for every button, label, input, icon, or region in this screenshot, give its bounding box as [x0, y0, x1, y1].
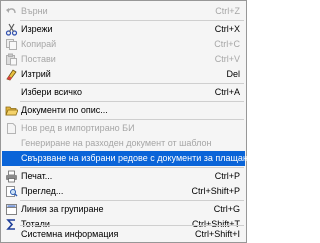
menu-item-preview[interactable]: Преглед... Ctrl+Shift+P — [2, 184, 245, 199]
menu-item-label: Линия за групиране — [21, 204, 104, 214]
context-menu: Върни Ctrl+Z Изрежи Ctrl+X Копирай Ctrl+… — [0, 0, 260, 243]
menu-item-label: Избери всичко — [21, 87, 83, 97]
menu-item-label: Постави — [21, 54, 56, 64]
menu-item-copy[interactable]: Копирай Ctrl+C — [2, 37, 245, 52]
menu-item-label: Върни — [21, 6, 48, 16]
menu-separator — [20, 101, 244, 102]
menu-item-shortcut: Ctrl+Shift+P — [191, 186, 240, 196]
grouping-icon — [5, 203, 18, 216]
undo-arrow-icon — [5, 5, 18, 18]
menu-item-documents-by-list[interactable]: Документи по опис... — [2, 103, 245, 118]
menu-item-shortcut: Ctrl+Shift+I — [194, 229, 240, 239]
menu-item-print[interactable]: Печат... Ctrl+P — [2, 169, 245, 184]
print-preview-icon — [5, 185, 18, 198]
menu-item-cut[interactable]: Изрежи Ctrl+X — [2, 22, 245, 37]
menu-item-undo[interactable]: Върни Ctrl+Z — [2, 4, 245, 19]
menu-item-label: Копирай — [21, 39, 57, 49]
menu-item-paste[interactable]: Постави Ctrl+V — [2, 52, 245, 67]
menu-item-label: Генериране на разходен документ от шабло… — [21, 138, 212, 148]
new-document-icon — [5, 122, 18, 135]
menu-item-label: Свързване на избрани редове с документи … — [21, 153, 261, 163]
menu-separator — [20, 167, 244, 168]
menu-item-label: Системна информация — [21, 229, 119, 239]
folder-open-icon — [5, 104, 18, 117]
menu-item-label: Документи по опис... — [21, 105, 108, 115]
menu-item-label: Нов ред в импортирано БИ — [21, 123, 135, 133]
eraser-icon — [5, 68, 18, 81]
copy-icon — [5, 38, 18, 51]
paste-icon — [5, 53, 18, 66]
menu-item-shortcut: Del — [226, 69, 240, 79]
menu-item-shortcut: Ctrl+C — [214, 39, 240, 49]
menu-item-select-all[interactable]: Избери всичко Ctrl+A — [2, 85, 245, 100]
menu-separator — [20, 225, 244, 226]
menu-item-system-info[interactable]: Системна информация Ctrl+Shift+I — [2, 227, 245, 242]
menu-item-link-rows-payments[interactable]: Свързване на избрани редове с документи … — [2, 151, 260, 166]
menu-item-grouping-line[interactable]: Линия за групиране Ctrl+G — [2, 202, 245, 217]
menu-separator — [20, 20, 244, 21]
menu-item-shortcut: Ctrl+Z — [215, 6, 240, 16]
menu-item-new-row-imported[interactable]: Нов ред в импортирано БИ — [2, 121, 245, 136]
menu-item-delete[interactable]: Изтрий Del — [2, 67, 245, 82]
menu-item-label: Изрежи — [21, 24, 53, 34]
printer-icon — [5, 170, 18, 183]
menu-separator — [20, 119, 244, 120]
menu-item-shortcut: Ctrl+V — [214, 54, 240, 64]
menu-item-shortcut: Ctrl+A — [214, 87, 240, 97]
menu-item-shortcut: Ctrl+P — [214, 171, 240, 181]
menu-item-label: Преглед... — [21, 186, 64, 196]
menu-separator — [20, 200, 244, 201]
menu-item-shortcut: Ctrl+X — [214, 24, 240, 34]
scissors-icon — [5, 23, 18, 36]
menu-item-generate-expense[interactable]: Генериране на разходен документ от шабло… — [2, 136, 245, 151]
menu-item-shortcut: Ctrl+G — [213, 204, 240, 214]
menu-item-label: Печат... — [21, 171, 53, 181]
menu-separator — [20, 83, 244, 84]
menu-item-label: Изтрий — [21, 69, 51, 79]
